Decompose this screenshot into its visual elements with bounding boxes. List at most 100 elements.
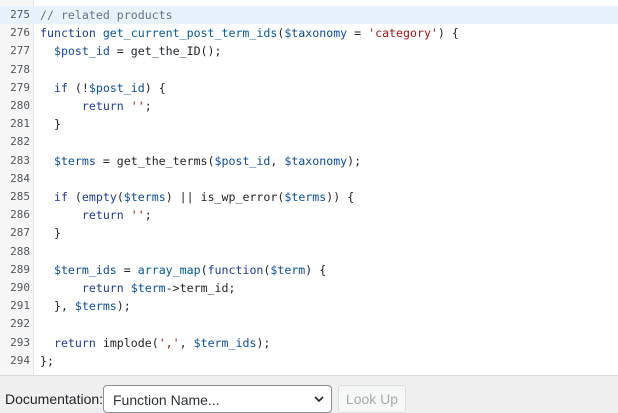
code-token: $taxonomy <box>284 26 348 41</box>
code-token: empty <box>81 190 117 204</box>
code-line[interactable]: 283 $terms = get_the_terms($post_id, $ta… <box>0 152 618 170</box>
line-number: 284 <box>10 171 30 185</box>
documentation-bar: Documentation: Function Name... Look Up <box>0 375 618 413</box>
code-token: function <box>207 262 264 277</box>
code-line[interactable]: 284 <box>0 170 618 188</box>
code-line[interactable]: 294}; <box>0 352 618 370</box>
line-number: 293 <box>10 335 30 349</box>
code-line[interactable]: 276 function get_current_post_term_ids($t… <box>0 24 618 42</box>
line-number: 282 <box>10 135 30 149</box>
code-line[interactable]: 285 if (empty($terms) || is_wp_error($te… <box>0 188 618 206</box>
code-text: $terms = get_the_terms($post_id, $taxono… <box>40 152 361 170</box>
code-line[interactable]: 287 } <box>0 224 618 242</box>
code-text: if (!$post_id) { <box>40 79 166 97</box>
code-token: = get_the_ID(); <box>109 44 222 59</box>
code-line[interactable]: 278 <box>0 61 618 79</box>
line-number: 276 <box>10 26 30 40</box>
code-token: 'category' <box>368 26 438 41</box>
documentation-label: Documentation: <box>5 391 104 407</box>
code-line[interactable]: 286 return ''; <box>0 206 618 224</box>
code-token: )) { <box>326 190 355 204</box>
code-text: }, $terms); <box>40 297 131 315</box>
line-number: 277 <box>10 44 30 58</box>
code-token: // related products <box>40 8 173 22</box>
code-token: ); <box>347 153 362 168</box>
line-number: 279 <box>10 80 30 94</box>
code-token: ) { <box>437 26 459 41</box>
code-token: implode( <box>95 335 159 350</box>
code-line[interactable]: 279 if (!$post_id) { <box>0 79 618 97</box>
line-number: 290 <box>10 281 30 294</box>
code-line[interactable]: 288 <box>0 243 618 261</box>
line-number: 278 <box>10 62 30 76</box>
code-text: }; <box>40 352 54 370</box>
code-line[interactable]: 275 // related products <box>0 6 618 25</box>
chevron-down-icon <box>314 396 324 403</box>
code-token: $post_id <box>214 153 271 168</box>
line-number: 281 <box>10 117 30 131</box>
look-up-button[interactable]: Look Up <box>338 385 406 413</box>
code-token: $post_id <box>88 80 145 95</box>
code-token: $term <box>130 281 166 295</box>
code-line[interactable]: 291 }, $terms); <box>0 297 618 315</box>
code-text: function get_current_post_term_ids($taxo… <box>40 24 459 42</box>
code-token: '' <box>130 99 145 113</box>
line-number: 289 <box>10 262 30 276</box>
code-text: $term_ids = array_map(function($term) { <box>40 261 326 279</box>
code-line[interactable]: 282 <box>0 133 618 151</box>
code-token: , <box>179 335 194 350</box>
line-number: 294 <box>10 353 30 367</box>
code-token: = <box>347 26 369 41</box>
code-line[interactable]: 292 <box>0 315 618 333</box>
code-text: return implode(',', $term_ids); <box>40 334 270 352</box>
code-token: ) { <box>144 80 166 95</box>
code-token: $term_ids <box>53 262 117 277</box>
code-text: return $term->term_id; <box>40 279 236 297</box>
code-token: = <box>116 262 138 277</box>
code-token: (! <box>67 80 89 95</box>
code-token: return <box>81 208 124 223</box>
code-token: ) || is_wp_error( <box>165 190 285 204</box>
code-line[interactable]: 281 } <box>0 115 618 133</box>
code-token: $post_id <box>53 44 110 59</box>
line-number: 286 <box>10 208 30 222</box>
code-editor[interactable]: 275 // related products 276 function get_cu… <box>0 0 618 375</box>
code-text: return ''; <box>40 97 152 115</box>
code-token: if <box>53 190 68 204</box>
code-token: ; <box>144 208 152 223</box>
code-line[interactable]: 277 $post_id = get_the_ID(); <box>0 42 618 60</box>
line-number: 283 <box>10 153 30 167</box>
code-line[interactable]: 280 return ''; <box>0 97 618 115</box>
function-name-select[interactable]: Function Name... <box>103 385 332 413</box>
code-token: } <box>40 117 61 132</box>
line-number: 288 <box>10 244 30 258</box>
code-token: ); <box>116 299 131 314</box>
code-text: return ''; <box>40 206 152 224</box>
code-text: if (empty($terms) || is_wp_error($terms)… <box>40 188 354 206</box>
line-number: 285 <box>10 190 30 203</box>
code-token: '' <box>130 208 145 223</box>
code-token: $term <box>270 262 306 277</box>
code-token: $taxonomy <box>284 153 348 168</box>
code-line[interactable]: 289 $term_ids = array_map(function($term… <box>0 261 618 279</box>
code-token: ); <box>256 335 271 350</box>
line-number: 292 <box>10 317 30 331</box>
code-text: // related products <box>40 6 173 24</box>
code-token: ',' <box>158 335 180 350</box>
code-line[interactable]: 293 return implode(',', $term_ids); <box>0 334 618 352</box>
code-token: $terms <box>74 299 117 314</box>
code-token: } <box>40 226 61 241</box>
code-line[interactable]: 290 return $term->term_id; <box>0 279 618 297</box>
code-token: ( <box>116 190 124 204</box>
code-token: array_map <box>137 262 201 277</box>
code-token: ( <box>67 190 82 204</box>
line-number: 291 <box>10 299 30 313</box>
